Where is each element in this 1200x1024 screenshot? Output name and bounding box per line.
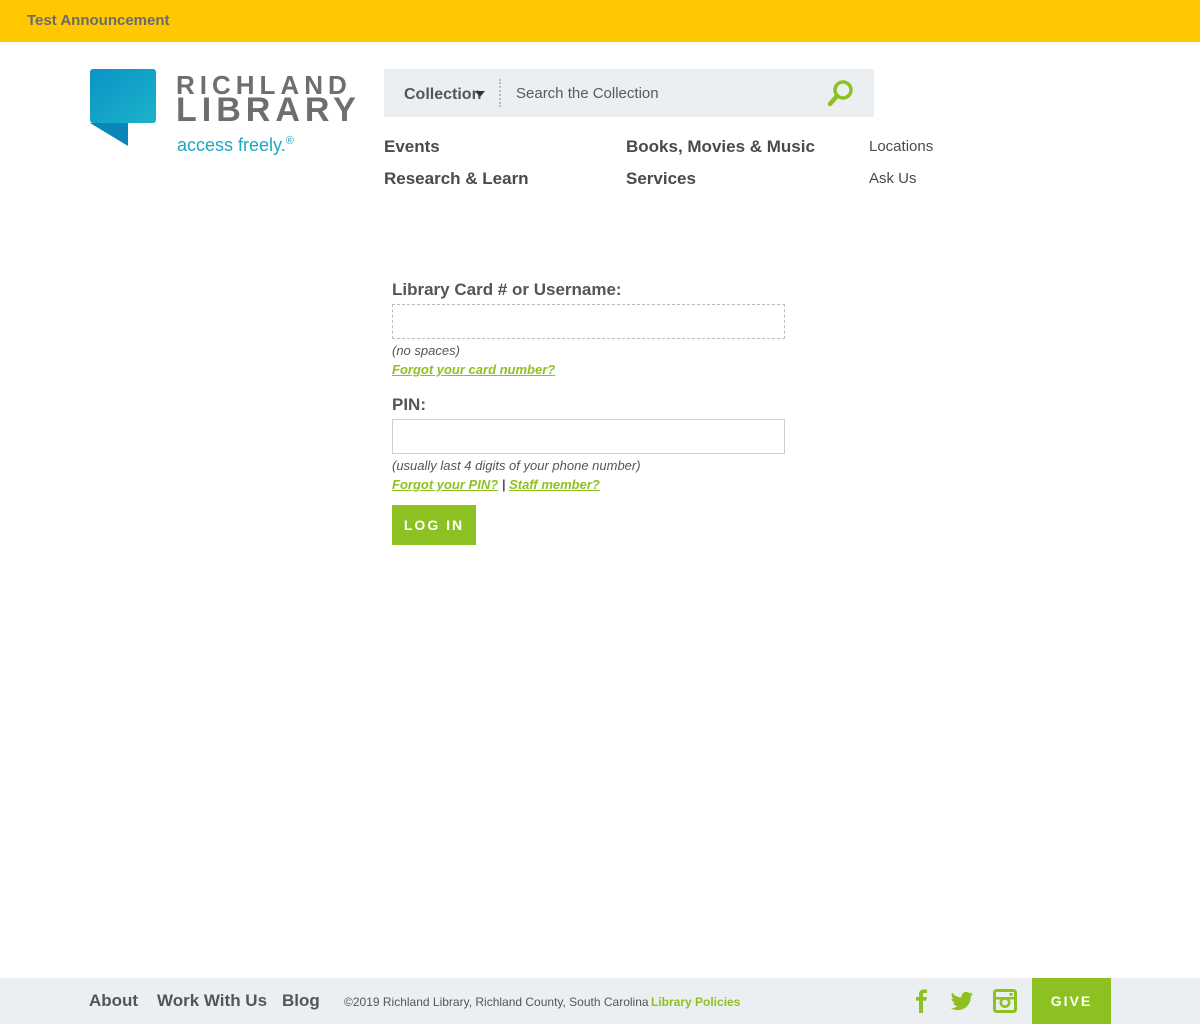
card-hint: (no spaces) xyxy=(392,343,460,358)
logo-mark-icon xyxy=(90,69,156,146)
search-divider xyxy=(499,79,501,107)
pin-help-links: Forgot your PIN? | Staff member? xyxy=(392,477,792,492)
login-form: Library Card # or Username: (no spaces) … xyxy=(392,280,792,545)
link-separator: | xyxy=(501,477,506,492)
staff-member-link[interactable]: Staff member? xyxy=(509,477,600,492)
copyright-text: ©2019 Richland Library, Richland County,… xyxy=(344,995,649,1009)
search-bar: Collection xyxy=(384,69,874,117)
pin-hint: (usually last 4 digits of your phone num… xyxy=(392,458,641,473)
card-label: Library Card # or Username: xyxy=(392,280,622,299)
forgot-pin-link[interactable]: Forgot your PIN? xyxy=(392,477,498,492)
give-button[interactable]: GIVE xyxy=(1032,978,1111,1024)
tagline-text: access freely. xyxy=(177,135,286,155)
nav-locations[interactable]: Locations xyxy=(869,138,933,155)
tagline-registered-mark: ® xyxy=(285,135,294,147)
site-footer: About Work With Us Blog ©2019 Richland L… xyxy=(0,978,1200,1024)
pin-label: PIN: xyxy=(392,395,426,414)
card-number-input[interactable] xyxy=(392,304,785,339)
nav-ask-us[interactable]: Ask Us xyxy=(869,170,917,187)
footer-link-about[interactable]: About xyxy=(89,991,138,1011)
announcement-bar: Test Announcement xyxy=(0,0,1200,42)
footer-link-blog[interactable]: Blog xyxy=(282,991,320,1011)
pin-input[interactable] xyxy=(392,419,785,454)
library-logo[interactable]: RICHLAND LIBRARY access freely.® xyxy=(90,69,356,159)
twitter-icon[interactable] xyxy=(950,989,974,1013)
card-help-links: Forgot your card number? xyxy=(392,362,792,377)
search-type-select[interactable]: Collection xyxy=(404,86,481,104)
search-icon[interactable] xyxy=(822,77,858,109)
library-policies-link[interactable]: Library Policies xyxy=(651,995,740,1009)
caret-down-icon[interactable] xyxy=(475,91,485,97)
logo-name-line2: LIBRARY xyxy=(176,91,361,129)
nav-services[interactable]: Services xyxy=(626,169,696,189)
forgot-card-link[interactable]: Forgot your card number? xyxy=(392,362,555,377)
facebook-icon[interactable] xyxy=(910,989,934,1013)
announcement-text[interactable]: Test Announcement xyxy=(27,12,170,29)
login-button[interactable]: LOG IN xyxy=(392,505,476,545)
nav-books-movies-music[interactable]: Books, Movies & Music xyxy=(626,137,815,157)
logo-tagline: access freely.® xyxy=(177,135,294,156)
footer-link-work-with-us[interactable]: Work With Us xyxy=(157,991,267,1011)
nav-research-learn[interactable]: Research & Learn xyxy=(384,169,529,189)
search-input[interactable] xyxy=(508,78,808,108)
nav-events[interactable]: Events xyxy=(384,137,440,157)
instagram-icon[interactable] xyxy=(993,989,1017,1013)
